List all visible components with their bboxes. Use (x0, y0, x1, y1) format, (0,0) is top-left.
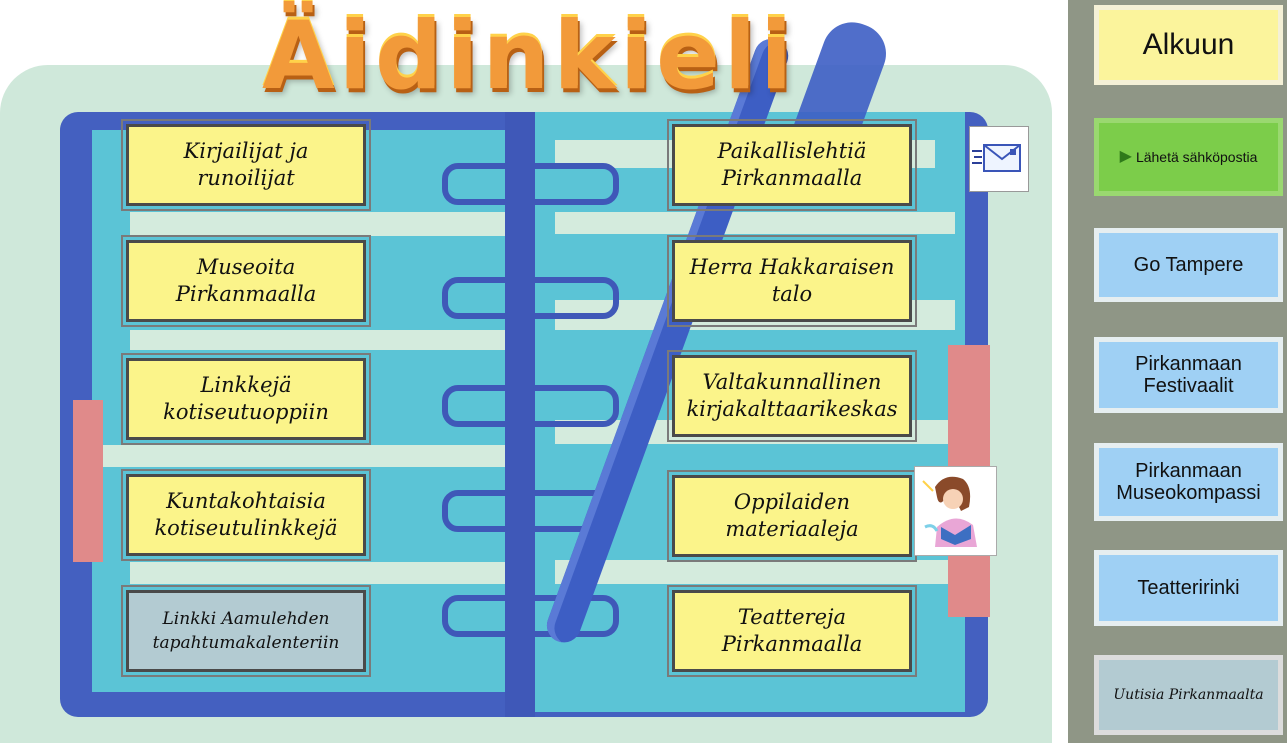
paper-stripe (130, 330, 505, 350)
go-tampere-button[interactable]: Go Tampere (1094, 228, 1283, 302)
news-label: Uutisia Pirkanmaalta (1113, 687, 1264, 703)
envelope-icon[interactable] (969, 126, 1029, 192)
link-label-line2: Pirkanmaalla (721, 632, 863, 656)
binder-ring (442, 277, 619, 319)
binder-ring (442, 595, 619, 637)
binder-ring (442, 163, 619, 205)
link-label-line2: talo (771, 282, 813, 306)
link-label-line2: kirjakalttaarikeskas (686, 397, 898, 421)
go-tampere-label: Go Tampere (1133, 254, 1244, 276)
link-label-line1: Teattereja (737, 605, 847, 629)
news-button[interactable]: Uutisia Pirkanmaalta (1094, 655, 1283, 735)
page-title: Äidinkieli (262, 2, 797, 111)
link-label-line1: Kirjailijat ja (183, 139, 309, 163)
link-label-line1: Oppilaiden (733, 490, 851, 514)
paper-stripe (130, 562, 505, 584)
link-label-line2: runoilijat (197, 166, 295, 190)
museum-label-line2: Museokompassi (1116, 482, 1261, 504)
girl-reading-icon[interactable] (914, 466, 997, 556)
link-label-line1: Paikallislehtiä (717, 139, 867, 163)
theatre-ring-button[interactable]: Teatteririnki (1094, 550, 1283, 626)
link-label-line1: Linkki Aamulehden (162, 609, 330, 629)
binder-ring (442, 385, 619, 427)
link-kotiseutuoppi[interactable]: Linkkejä kotiseutuoppiin (121, 353, 371, 445)
theatre-ring-label: Teatteririnki (1137, 577, 1240, 599)
link-label-line1: Museoita (196, 255, 296, 279)
link-label-line1: Kuntakohtaisia (166, 489, 326, 513)
link-label-line2: Pirkanmaalla (721, 166, 863, 190)
festivals-label-line2: Festivaalit (1143, 375, 1234, 397)
home-button[interactable]: Alkuun (1094, 5, 1283, 85)
link-valtakunnallinen[interactable]: Valtakunnallinen kirjakalttaarikeskas (667, 350, 917, 442)
link-kirjailijat[interactable]: Kirjailijat ja runoilijat (121, 119, 371, 211)
link-teattereja[interactable]: Teattereja Pirkanmaalla (667, 585, 917, 677)
link-oppilaiden-materiaaleja[interactable]: Oppilaiden materiaaleja (667, 470, 917, 562)
link-label-line2: materiaaleja (725, 517, 859, 541)
link-aamulehti[interactable]: Linkki Aamulehden tapahtumakalenteriin (121, 585, 371, 677)
home-button-label: Alkuun (1142, 28, 1235, 61)
link-museoita[interactable]: Museoita Pirkanmaalla (121, 235, 371, 327)
send-email-label: Lähetä sähköpostia (1135, 149, 1258, 165)
link-label-line1: Valtakunnallinen (702, 370, 882, 394)
link-kuntakohtaisia[interactable]: Kuntakohtaisia kotiseutulinkkejä (121, 469, 371, 561)
link-label-line2: tapahtumakalenteriin (152, 633, 340, 653)
pink-band-left (73, 400, 103, 562)
paper-stripe (130, 212, 505, 236)
festivals-button[interactable]: Pirkanmaan Festivaalit (1094, 337, 1283, 413)
link-label-line1: Linkkejä (200, 373, 292, 397)
play-arrow-icon: ▶ (1119, 148, 1132, 165)
paper-stripe (92, 445, 505, 467)
museum-label-line1: Pirkanmaan (1135, 460, 1242, 482)
museum-compass-button[interactable]: Pirkanmaan Museokompassi (1094, 443, 1283, 521)
link-label-line2: kotiseutuoppiin (163, 400, 329, 424)
paper-stripe (555, 560, 955, 584)
send-email-button[interactable]: ▶ Lähetä sähköpostia (1094, 118, 1283, 196)
festivals-label-line1: Pirkanmaan (1135, 353, 1242, 375)
paper-stripe (555, 212, 955, 234)
link-herra-hakkarainen[interactable]: Herra Hakkaraisen talo (667, 235, 917, 327)
link-label-line1: Herra Hakkaraisen (689, 255, 895, 279)
link-paikallislehtia[interactable]: Paikallislehtiä Pirkanmaalla (667, 119, 917, 211)
link-label-line2: Pirkanmaalla (175, 282, 317, 306)
link-label-line2: kotiseutulinkkejä (154, 516, 338, 540)
